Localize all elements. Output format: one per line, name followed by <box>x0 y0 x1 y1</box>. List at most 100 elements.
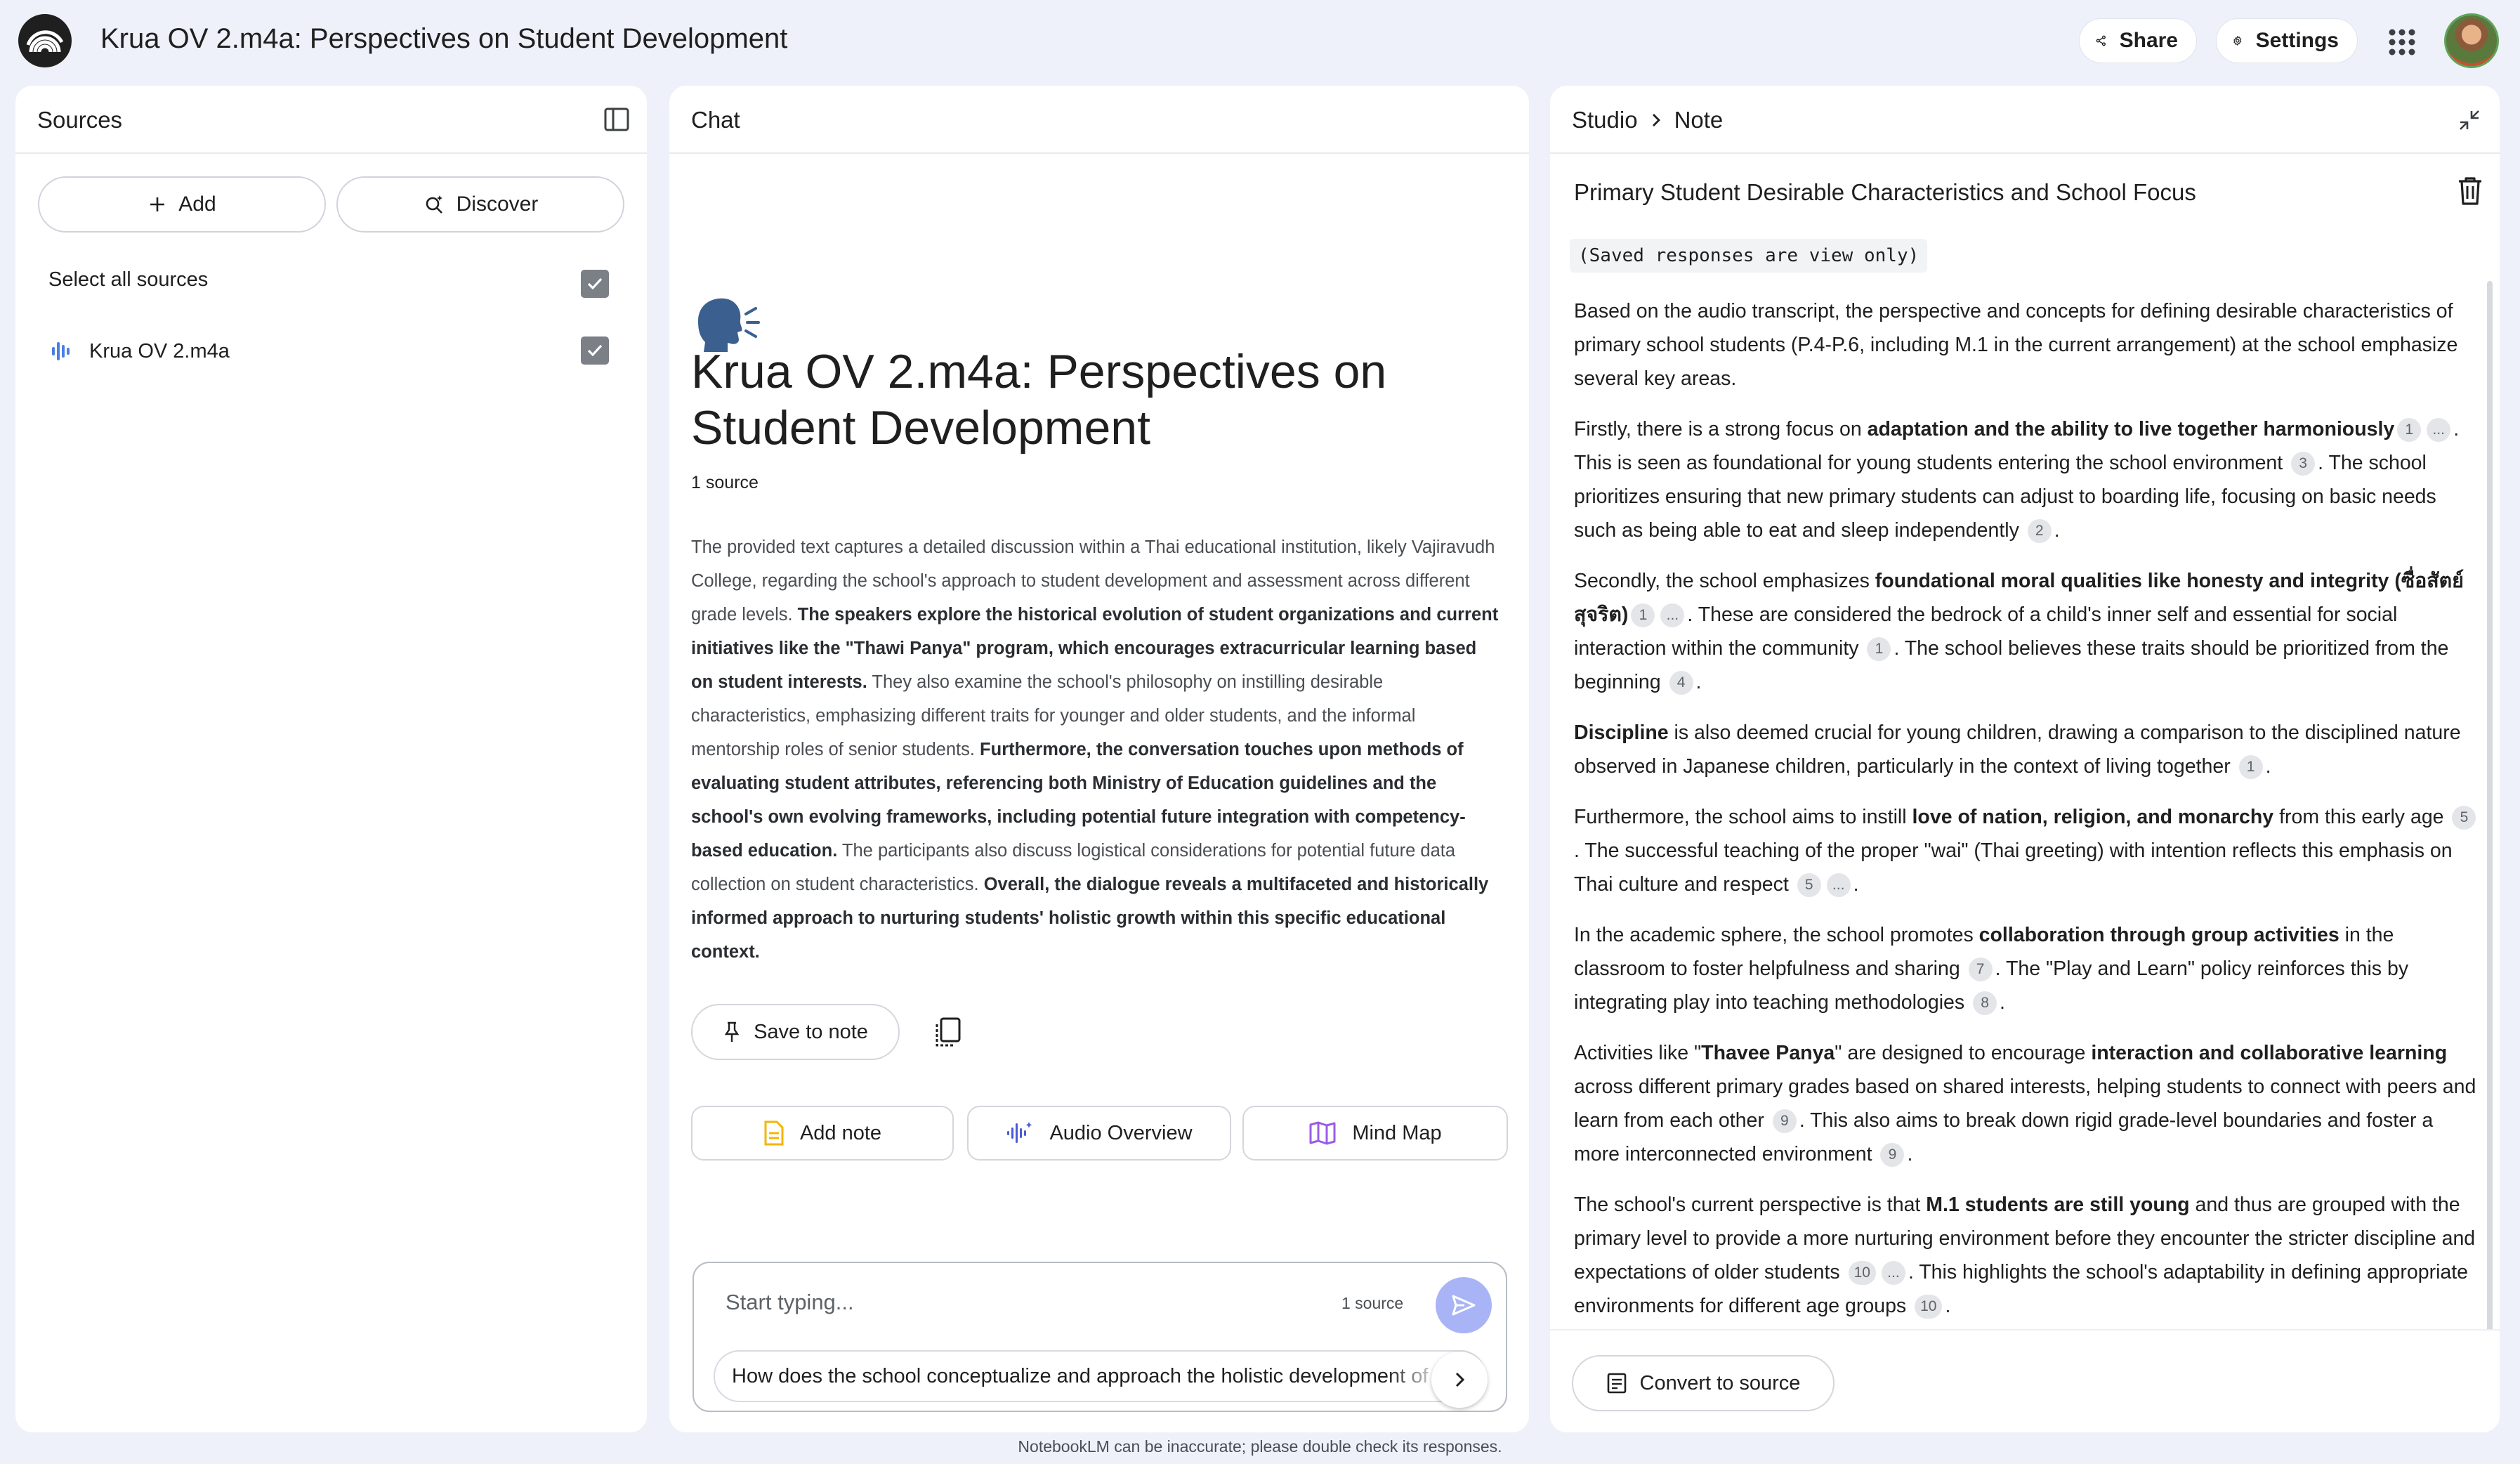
note-text: Activities like " <box>1574 1042 1702 1064</box>
avatar[interactable] <box>2444 13 2499 68</box>
citation-chip[interactable]: 1 <box>1631 603 1655 628</box>
chat-header: Chat <box>669 86 1529 154</box>
breadcrumb-studio[interactable]: Studio <box>1572 107 1638 133</box>
convert-to-source-button[interactable]: Convert to source <box>1572 1355 1835 1411</box>
save-to-note-button[interactable]: Save to note <box>691 1004 900 1060</box>
note-paragraph: Furthermore, the school aims to instill … <box>1574 800 2480 901</box>
sources-header: Sources <box>15 86 647 154</box>
next-suggestion-button[interactable] <box>1431 1352 1488 1408</box>
note-text: . <box>2265 755 2271 778</box>
note-paragraph: Firstly, there is a strong focus on adap… <box>1574 412 2480 547</box>
collapse-icon[interactable] <box>2457 108 2481 132</box>
citation-chip[interactable]: 10 <box>1848 1261 1876 1286</box>
audio-overview-label: Audio Overview <box>1049 1121 1193 1144</box>
source-item[interactable]: Krua OV 2.m4a <box>50 332 230 371</box>
send-icon <box>1452 1295 1476 1316</box>
collapse-panel-icon[interactable] <box>603 105 631 133</box>
chat-title: Chat <box>691 107 740 133</box>
citation-chip[interactable]: ... <box>1660 603 1685 628</box>
breadcrumb-note: Note <box>1674 107 1724 133</box>
note-bold-text: love of nation, religion, and monarchy <box>1912 806 2274 828</box>
citation-chip[interactable]: 2 <box>2027 519 2052 544</box>
notebook-summary: The provided text captures a detailed di… <box>691 530 1499 969</box>
notebook-title-header[interactable]: Krua OV 2.m4a: Perspectives on Student D… <box>100 23 787 55</box>
convert-label: Convert to source <box>1639 1371 1801 1394</box>
share-icon <box>2096 35 2106 46</box>
input-source-count: 1 source <box>1341 1294 1404 1312</box>
checkmark-icon <box>587 344 603 357</box>
share-button[interactable]: Share <box>2079 18 2197 63</box>
audio-overview-button[interactable]: Audio Overview <box>967 1106 1231 1161</box>
note-text: Secondly, the school emphasizes <box>1574 570 1875 592</box>
citation-chip[interactable]: ... <box>1881 1261 1905 1286</box>
citation-chip[interactable]: 7 <box>1968 958 1993 982</box>
note-paragraph: Secondly, the school emphasizes foundati… <box>1574 564 2480 699</box>
audio-waveform-icon <box>52 342 70 360</box>
copy-icon[interactable] <box>933 1016 964 1050</box>
chat-input-placeholder[interactable]: Start typing... <box>726 1290 854 1315</box>
select-all-checkbox[interactable] <box>581 270 609 298</box>
note-paragraph: Discipline is also deemed crucial for yo… <box>1574 716 2480 783</box>
citation-chip[interactable]: 5 <box>2452 806 2476 830</box>
discover-sources-button[interactable]: Discover <box>336 176 624 233</box>
note-paragraph: Activities like "Thavee Panya" are desig… <box>1574 1036 2480 1171</box>
citation-chip[interactable]: 8 <box>1973 991 1997 1016</box>
sources-panel: Sources Add Discover Select all sources <box>15 86 647 1432</box>
note-paragraph: In the academic sphere, the school promo… <box>1574 918 2480 1019</box>
note-text: from this early age <box>2273 806 2450 828</box>
note-bold-text: interaction and collaborative learning <box>2091 1042 2448 1064</box>
citation-chip[interactable]: ... <box>2427 418 2451 443</box>
studio-panel: Studio Note Primary Student Desirable Ch… <box>1550 86 2500 1432</box>
note-text: . <box>1945 1295 1951 1317</box>
note-paragraph: Based on the audio transcript, the persp… <box>1574 294 2480 396</box>
top-bar: Krua OV 2.m4a: Perspectives on Student D… <box>0 0 2520 83</box>
note-title: Primary Student Desirable Characteristic… <box>1574 179 2196 205</box>
citation-chip[interactable]: 5 <box>1797 873 1821 898</box>
chevron-right-icon <box>1652 114 1660 126</box>
note-bold-text: Thavee Panya <box>1701 1042 1835 1064</box>
pin-icon <box>724 1021 740 1042</box>
chevron-right-icon <box>1455 1372 1465 1387</box>
suggested-question-chip[interactable]: How does the school conceptualize and ap… <box>714 1350 1486 1402</box>
citation-chip[interactable]: 1 <box>2238 755 2263 780</box>
checkmark-icon <box>587 277 603 290</box>
add-source-button[interactable]: Add <box>38 176 326 233</box>
citation-chip[interactable]: 3 <box>2291 452 2316 476</box>
note-text: . <box>2000 991 2005 1014</box>
citation-chip[interactable]: ... <box>1826 873 1851 898</box>
studio-header: Studio Note <box>1550 86 2500 154</box>
citation-chip[interactable]: 9 <box>1772 1109 1797 1134</box>
settings-button[interactable]: Settings <box>2216 18 2358 63</box>
note-text: . <box>1907 1143 1913 1165</box>
chat-input-box[interactable]: Start typing... 1 source How does the sc… <box>693 1262 1507 1412</box>
disclaimer: NotebookLM can be inaccurate; please dou… <box>1018 1437 1502 1456</box>
note-bold-text: adaptation and the ability to live toget… <box>1867 418 2395 440</box>
convert-document-icon <box>1607 1373 1626 1394</box>
plus-icon <box>150 197 165 211</box>
apps-grid-icon[interactable] <box>2387 27 2417 58</box>
note-text: is also deemed crucial for young childre… <box>1574 721 2461 778</box>
note-text: . <box>2054 519 2060 542</box>
citation-chip[interactable]: 10 <box>1915 1295 1943 1319</box>
note-text: . The successful teaching of the proper … <box>1574 839 2453 896</box>
suggested-question-text: How does the school conceptualize and ap… <box>732 1365 1486 1387</box>
source-count: 1 source <box>691 473 759 492</box>
mind-map-button[interactable]: Mind Map <box>1242 1106 1508 1161</box>
note-text: . <box>1853 873 1859 896</box>
citation-chip[interactable]: 1 <box>2397 418 2422 443</box>
trash-icon[interactable] <box>2456 176 2484 207</box>
notebooklm-logo-icon[interactable] <box>18 14 72 67</box>
audio-waveform-icon <box>1007 1122 1032 1143</box>
scrollbar[interactable] <box>2487 281 2493 1377</box>
add-note-button[interactable]: Add note <box>691 1106 954 1161</box>
citation-chip[interactable]: 9 <box>1880 1143 1905 1168</box>
send-button[interactable] <box>1436 1277 1492 1333</box>
citation-chip[interactable]: 4 <box>1669 671 1693 695</box>
note-body: Based on the audio transcript, the persp… <box>1574 294 2480 1401</box>
notebook-title: Krua OV 2.m4a: Perspectives on Student D… <box>691 345 1387 455</box>
note-icon <box>764 1120 784 1146</box>
source-checkbox[interactable] <box>581 336 609 365</box>
add-note-label: Add note <box>799 1121 882 1144</box>
note-text: Based on the audio transcript, the persp… <box>1574 300 2458 390</box>
citation-chip[interactable]: 1 <box>1867 637 1891 662</box>
